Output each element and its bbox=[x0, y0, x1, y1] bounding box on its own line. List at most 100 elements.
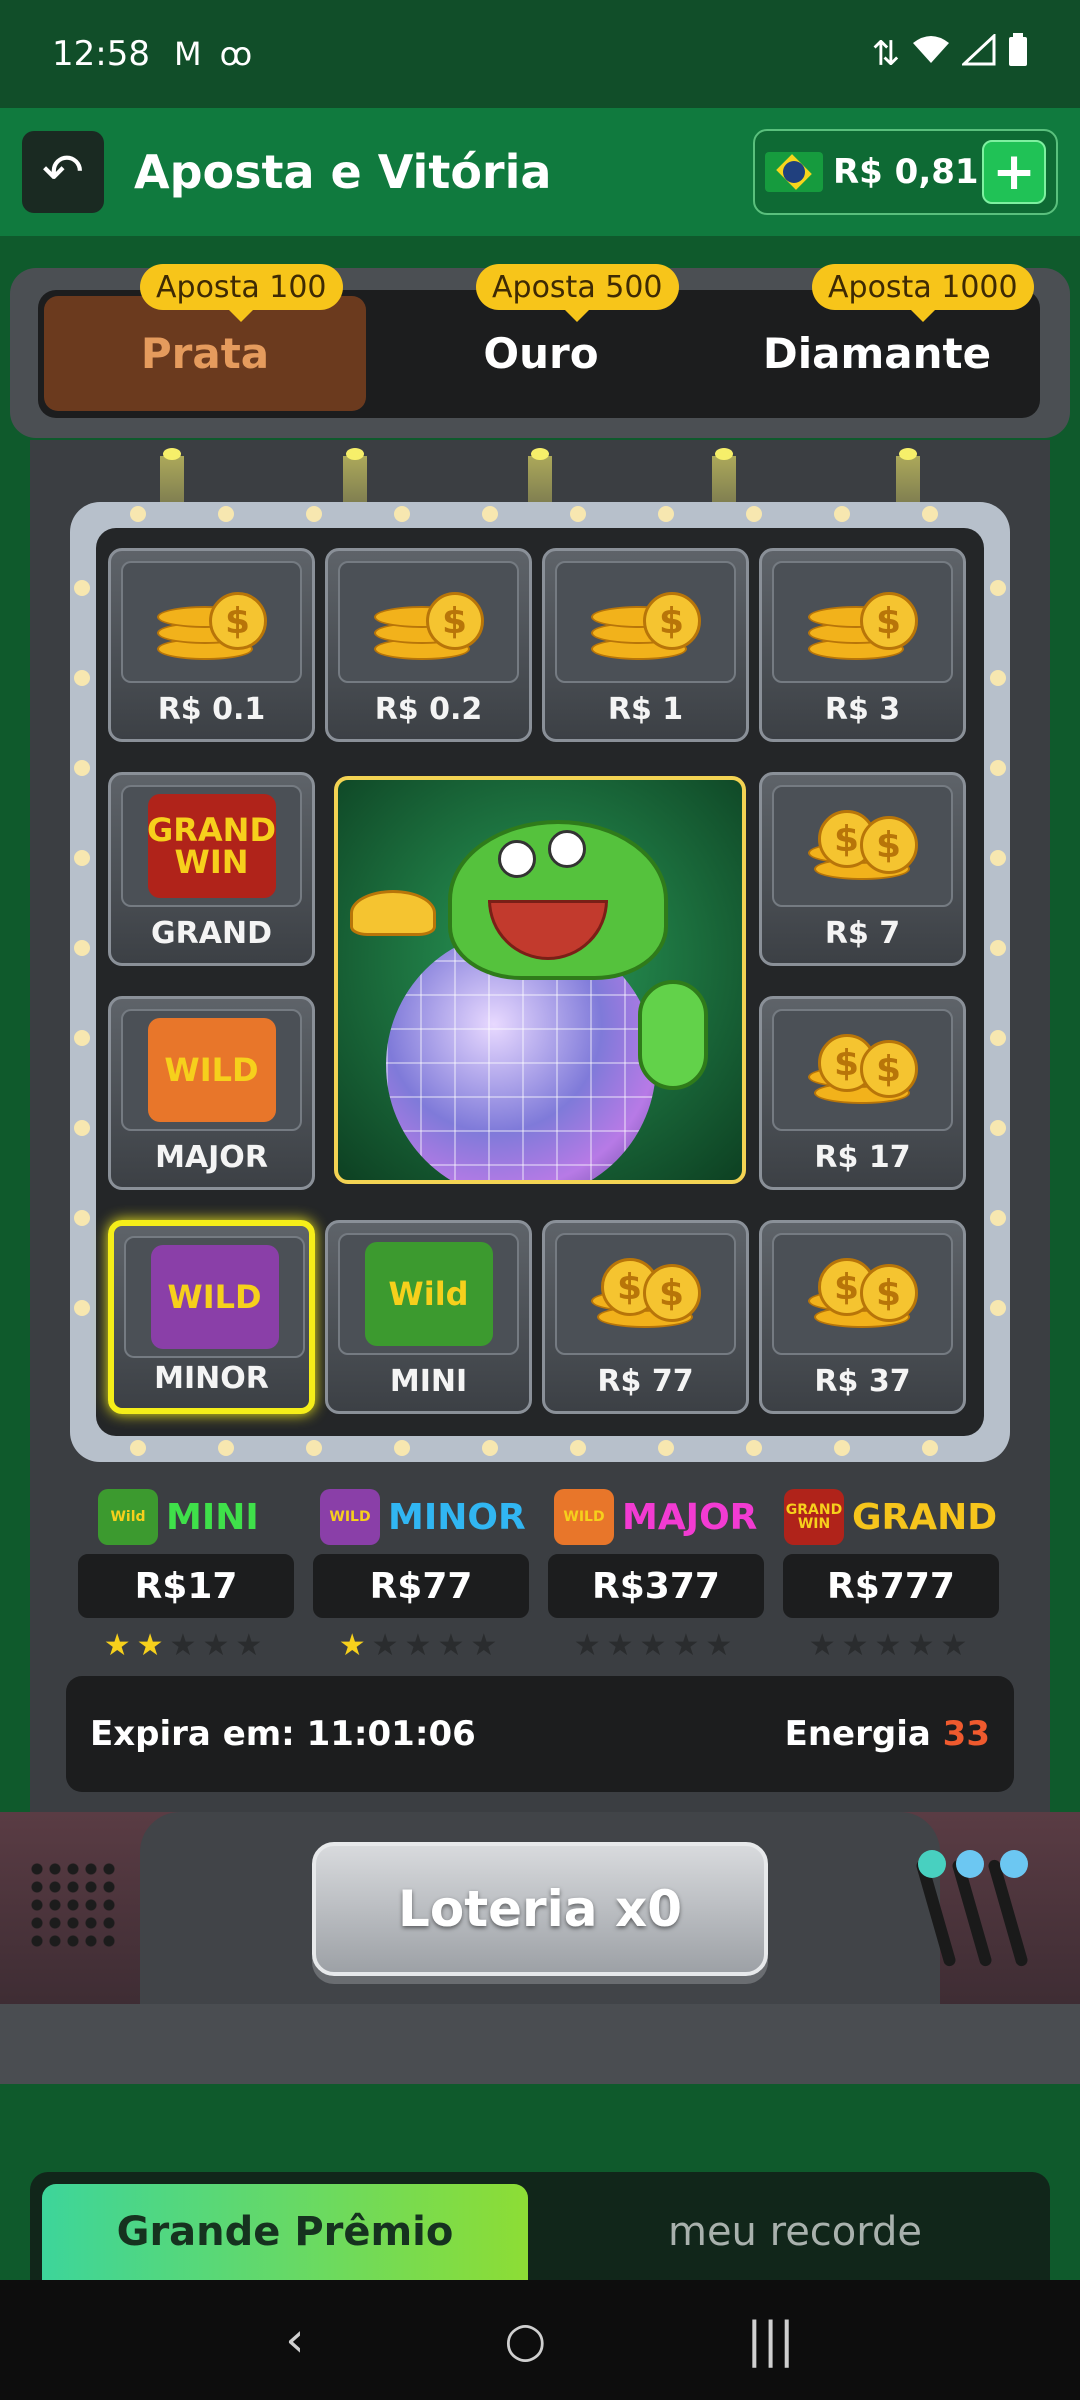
back-button[interactable]: ↶ bbox=[22, 131, 104, 213]
thumbs-up-icon bbox=[638, 980, 708, 1090]
prize-cell: GRAND WIN GRAND bbox=[108, 772, 315, 966]
frame-bulb bbox=[922, 1440, 938, 1456]
jackpot-grand-header: GRAND WIN GRAND bbox=[784, 1488, 997, 1546]
jackpot-name: MINI bbox=[166, 1496, 259, 1538]
back-arrow-icon: ↶ bbox=[42, 143, 84, 201]
star-icon-filled: ★ bbox=[103, 1628, 131, 1663]
jackpot-value: R$377 bbox=[546, 1552, 766, 1620]
frame-bulb bbox=[990, 940, 1006, 956]
jackpot-value: R$17 bbox=[76, 1552, 296, 1620]
cell-icon-frame: GRAND WIN bbox=[121, 785, 302, 907]
frame-bulb bbox=[394, 1440, 410, 1456]
deposit-button[interactable]: + bbox=[982, 140, 1046, 204]
star-icon-empty: ★ bbox=[437, 1628, 465, 1663]
star-rating: ★ ★ ★ ★ ★ bbox=[793, 1628, 983, 1663]
tiger-wild-icon: WILD bbox=[554, 1489, 614, 1545]
tab-grande-premio[interactable]: Grande Prêmio bbox=[42, 2184, 528, 2280]
system-nav-bar: ‹ ○ ||| bbox=[0, 2280, 1080, 2400]
lottery-button[interactable]: Loteria x0 bbox=[312, 1842, 768, 1976]
expiry-text: Expira em: 11:01:06 bbox=[90, 1714, 476, 1754]
lever-knob bbox=[1000, 1850, 1028, 1878]
jackpot-mini-header: Wild MINI bbox=[98, 1488, 259, 1546]
cell-icon-frame: $ bbox=[772, 561, 953, 683]
coin-pile-icon: $ $ bbox=[807, 1254, 918, 1334]
coin-pile-icon: $ $ bbox=[807, 1030, 918, 1110]
tab-label: Ouro bbox=[483, 329, 599, 378]
star-icon-empty: ★ bbox=[404, 1628, 432, 1663]
prize-cell: $ R$ 0.2 bbox=[325, 548, 532, 742]
frame-bulb bbox=[570, 506, 586, 522]
cell-icon-frame: $ $ bbox=[772, 1009, 953, 1131]
star-rating: ★ ★ ★ ★ ★ bbox=[88, 1628, 278, 1663]
frame-bulb bbox=[74, 940, 90, 956]
cell-label: MINOR bbox=[154, 1361, 269, 1396]
frame-bulb bbox=[990, 1120, 1006, 1136]
jackpot-name: MAJOR bbox=[622, 1496, 758, 1538]
dragon-eye bbox=[548, 830, 586, 868]
star-icon-filled: ★ bbox=[338, 1628, 366, 1663]
lamp bbox=[531, 448, 549, 460]
battery-icon bbox=[1008, 32, 1028, 76]
prize-cell: $ $ R$ 17 bbox=[759, 996, 966, 1190]
frame-bulb bbox=[74, 580, 90, 596]
prize-cell: $ R$ 1 bbox=[542, 548, 749, 742]
frame-bulb bbox=[74, 1120, 90, 1136]
tab-ouro[interactable]: Ouro bbox=[380, 296, 702, 411]
frame-bulb bbox=[394, 506, 410, 522]
cell-label: MINI bbox=[389, 1364, 468, 1399]
frame-bulb bbox=[74, 670, 90, 686]
energy-label: Energia bbox=[784, 1714, 931, 1754]
jackpot-value: R$777 bbox=[781, 1552, 1001, 1620]
star-icon-empty: ★ bbox=[606, 1628, 634, 1663]
grand-win-icon: GRAND WIN bbox=[147, 794, 276, 898]
cell-icon-frame: WILD bbox=[121, 1009, 302, 1131]
nav-recents-icon[interactable]: ||| bbox=[746, 2312, 795, 2368]
star-icon-empty: ★ bbox=[672, 1628, 700, 1663]
coin-stack-icon: $ bbox=[373, 582, 484, 662]
wifi-icon bbox=[912, 34, 950, 74]
bet-badge: Aposta 1000 bbox=[812, 264, 1034, 322]
cell-label: R$ 7 bbox=[824, 916, 901, 951]
lever-knob bbox=[956, 1850, 984, 1878]
nav-back-icon[interactable]: ‹ bbox=[285, 2312, 304, 2368]
frame-bulb bbox=[922, 506, 938, 522]
signal-icon bbox=[960, 32, 996, 75]
prize-cell: Wild MINI bbox=[325, 1220, 532, 1414]
tab-prata[interactable]: Prata bbox=[44, 296, 366, 411]
cell-icon-frame: $ $ bbox=[772, 785, 953, 907]
bet-badge: Aposta 500 bbox=[476, 264, 679, 322]
cell-label: R$ 77 bbox=[597, 1364, 694, 1399]
star-icon-empty: ★ bbox=[639, 1628, 667, 1663]
jackpot-value: R$77 bbox=[311, 1552, 531, 1620]
balance-box: R$ 0,81 + bbox=[753, 129, 1058, 215]
cell-label: R$ 0.2 bbox=[374, 692, 483, 727]
frame-bulb bbox=[746, 506, 762, 522]
frame-bulb bbox=[482, 506, 498, 522]
lamp bbox=[715, 448, 733, 460]
tiger-wild-icon: WILD bbox=[147, 1018, 276, 1122]
plus-icon: + bbox=[992, 142, 1036, 202]
star-rating: ★ ★ ★ ★ ★ bbox=[323, 1628, 513, 1663]
frame-bulb bbox=[74, 850, 90, 866]
cell-label: R$ 37 bbox=[814, 1364, 911, 1399]
speaker-grille-icon bbox=[28, 1860, 118, 1950]
frame-bulb bbox=[834, 506, 850, 522]
tab-meu-recorde[interactable]: meu recorde bbox=[560, 2184, 1030, 2280]
frame-bulb bbox=[482, 1440, 498, 1456]
frame-bulb bbox=[746, 1440, 762, 1456]
lamp bbox=[163, 448, 181, 460]
jackpot-minor-header: WILD MINOR bbox=[320, 1488, 526, 1546]
jackpot-major-header: WILD MAJOR bbox=[554, 1488, 757, 1546]
star-icon-empty: ★ bbox=[169, 1628, 197, 1663]
frame-bulb bbox=[306, 506, 322, 522]
nav-home-icon[interactable]: ○ bbox=[504, 2312, 546, 2368]
rabbit-wild-icon: WILD bbox=[150, 1245, 279, 1349]
console-base bbox=[0, 2004, 1080, 2084]
cell-label: MAJOR bbox=[155, 1140, 268, 1175]
tab-diamante[interactable]: Diamante bbox=[716, 296, 1038, 411]
lamp bbox=[899, 448, 917, 460]
gmail-icon: M bbox=[173, 35, 202, 73]
frame-bulb bbox=[834, 1440, 850, 1456]
frame-bulb bbox=[990, 850, 1006, 866]
grand-win-icon: GRAND WIN bbox=[784, 1489, 844, 1545]
